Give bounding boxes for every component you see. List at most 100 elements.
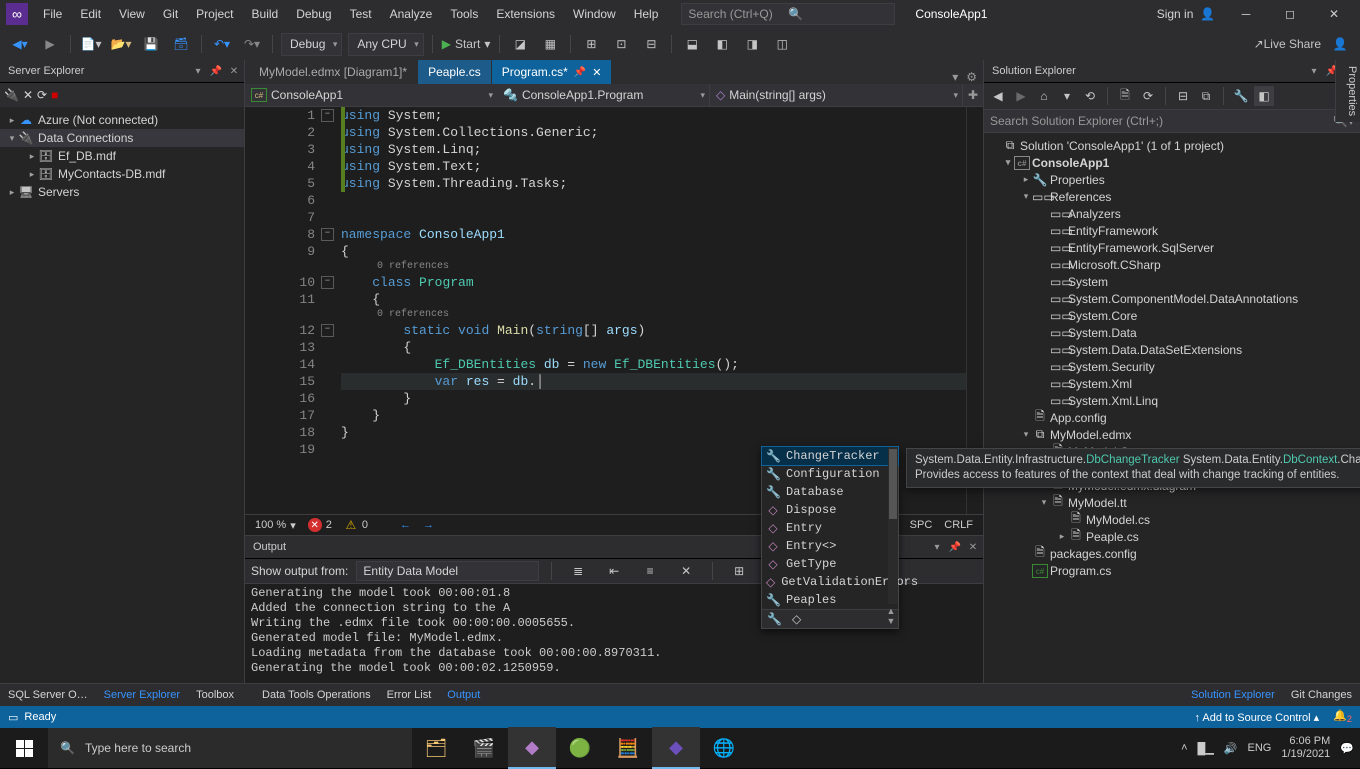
menu-tools[interactable]: Tools [441,3,487,25]
tray-notifications-icon[interactable]: 💬 [1340,742,1354,755]
solution-item[interactable]: ▭▭System.Data.DataSetExtensions [984,341,1360,358]
tray-network-icon[interactable]: █▁ [1198,742,1214,755]
nav-back[interactable]: ← [394,515,417,535]
refresh-icon[interactable]: ✕ [23,88,33,102]
solution-item[interactable]: c#Program.cs [984,562,1360,579]
close-button[interactable]: ✕ [1312,0,1356,28]
taskbar-vs-icon[interactable]: ◆ [508,727,556,769]
sign-in-link[interactable]: Sign in 👤 [1148,3,1224,25]
menu-help[interactable]: Help [625,3,668,25]
tool-window-tab[interactable]: Data Tools Operations [254,686,379,704]
new-project-button[interactable]: 📄▾ [77,33,105,55]
tb-icon[interactable]: ◨ [738,33,766,55]
menu-window[interactable]: Window [564,3,625,25]
intellisense-popup[interactable]: 🔧ChangeTracker🔧Configuration🔧Database◇Di… [761,446,899,629]
menu-build[interactable]: Build [243,3,288,25]
solution-item[interactable]: ▭▭Analyzers [984,205,1360,222]
output-tb-icon[interactable]: ≣ [564,560,592,582]
nav-fwd[interactable]: → [417,515,440,535]
taskbar-explorer-icon[interactable]: 🗂 [412,728,460,768]
taskbar-search[interactable]: 🔍 Type here to search [48,728,412,768]
tool-window-tab[interactable]: Error List [379,686,440,704]
se-fwd[interactable]: ▶ [1011,86,1031,106]
output-tb-icon[interactable]: ⇤ [600,560,628,582]
se-home-icon[interactable]: ⌂ [1034,86,1054,106]
doc-tab[interactable]: Peaple.cs [418,60,491,84]
menu-extensions[interactable]: Extensions [487,3,564,25]
tb-icon[interactable]: ◫ [768,33,796,55]
taskbar-app-icon[interactable]: 🟢 [556,728,604,768]
forward-history-button[interactable]: ▶ [36,33,64,55]
taskbar-chrome-icon[interactable]: 🌐 [700,728,748,768]
stop-icon[interactable]: ■ [51,88,58,102]
window-menu-button[interactable]: ▾ [1306,66,1322,77]
undo-button[interactable]: ↶▾ [208,33,236,55]
nav-project[interactable]: c#ConsoleApp1 [245,84,497,106]
live-share-button[interactable]: ↗ Live Share [1251,33,1324,55]
tb-icon[interactable]: ▦ [536,33,564,55]
window-menu-button[interactable]: ▾ [929,542,945,553]
intelli-item[interactable]: ◇Dispose [762,501,898,519]
properties-vert-tab[interactable]: Properties [1335,60,1360,122]
menu-git[interactable]: Git [154,3,187,25]
se-sync-icon[interactable]: ⟲ [1080,86,1100,106]
tb-icon[interactable]: ⬓ [678,33,706,55]
server-tree-item[interactable]: ▸☁Azure (Not connected) [0,111,244,129]
tab-overflow-button[interactable]: ▾ [952,70,958,84]
doc-tab[interactable]: MyModel.edmx [Diagram1]* [249,60,417,84]
open-button[interactable]: 📂▾ [107,33,135,55]
tool-window-tab[interactable]: Output [439,686,488,704]
tab-gear-icon[interactable]: ⚙ [966,70,977,84]
feedback-button[interactable]: 👤 [1326,33,1354,55]
solution-item[interactable]: ⧉Solution 'ConsoleApp1' (1 of 1 project) [984,137,1360,154]
global-search[interactable]: Search (Ctrl+Q) 🔍 [681,3,895,25]
nav-member[interactable]: ◇Main(string[] args) [710,84,962,106]
minimize-button[interactable]: ─ [1224,0,1268,28]
se-show-all-icon[interactable]: 🗎 [1115,86,1135,106]
output-tb-icon[interactable]: ⊞ [725,560,753,582]
server-tree-item[interactable]: ▾🔌Data Connections [0,129,244,147]
menu-view[interactable]: View [110,3,154,25]
redo-button[interactable]: ↷▾ [238,33,266,55]
solution-item[interactable]: ▭▭System.ComponentModel.DataAnnotations [984,290,1360,307]
split-editor-button[interactable]: ✚ [962,84,983,106]
close-panel-button[interactable]: ✕ [226,66,242,77]
menu-file[interactable]: File [34,3,71,25]
server-tree-item[interactable]: ▸🖥Servers [0,183,244,201]
menu-analyze[interactable]: Analyze [381,3,442,25]
tool-window-tab[interactable]: Git Changes [1283,686,1360,704]
server-tree-item[interactable]: ▸🗄Ef_DB.mdf [0,147,244,165]
taskbar-app-icon[interactable]: 🧮 [604,728,652,768]
zoom-chip[interactable]: 100 % ▾ [249,515,302,535]
tray-clock[interactable]: 6:06 PM1/19/2021 [1281,735,1330,761]
solution-item[interactable]: ▭▭EntityFramework.SqlServer [984,239,1360,256]
tb-icon[interactable]: ◧ [708,33,736,55]
maximize-button[interactable]: ◻ [1268,0,1312,28]
solution-item[interactable]: ▭▭Microsoft.CSharp [984,256,1360,273]
platform-dropdown[interactable]: Any CPU [348,33,423,56]
doc-tab[interactable]: Program.cs*📌✕ [492,60,612,84]
solution-item[interactable]: ▾⧉MyModel.edmx [984,426,1360,443]
tb-icon[interactable]: ⊡ [607,33,635,55]
se-back[interactable]: ◀ [988,86,1008,106]
tray-lang[interactable]: ENG [1248,742,1272,754]
close-panel-button[interactable]: ✕ [965,542,981,553]
solution-item[interactable]: ▭▭System [984,273,1360,290]
tb-icon[interactable]: ⊞ [577,33,605,55]
solution-item[interactable]: ▾▭▭References [984,188,1360,205]
pin-button[interactable]: 📌 [947,542,963,553]
intelli-item[interactable]: 🔧ChangeTracker [762,447,898,465]
pin-button[interactable]: 📌 [208,66,224,77]
output-tb-icon[interactable]: ≡ [636,560,664,582]
notifications-icon[interactable]: 🔔2 [1333,709,1352,724]
intelli-item[interactable]: 🔧Configuration [762,465,898,483]
menu-edit[interactable]: Edit [71,3,110,25]
intelli-item[interactable]: ◇GetValidationErrors [762,573,898,591]
config-dropdown[interactable]: Debug [281,33,342,56]
solution-item[interactable]: ▭▭EntityFramework [984,222,1360,239]
se-properties-icon[interactable]: 🔧 [1231,86,1251,106]
start-button[interactable] [0,728,48,768]
tray-volume-icon[interactable]: 🔊 [1224,742,1238,755]
solution-item[interactable]: ▾🗎MyModel.tt [984,494,1360,511]
se-collapse-icon[interactable]: ⊟ [1173,86,1193,106]
